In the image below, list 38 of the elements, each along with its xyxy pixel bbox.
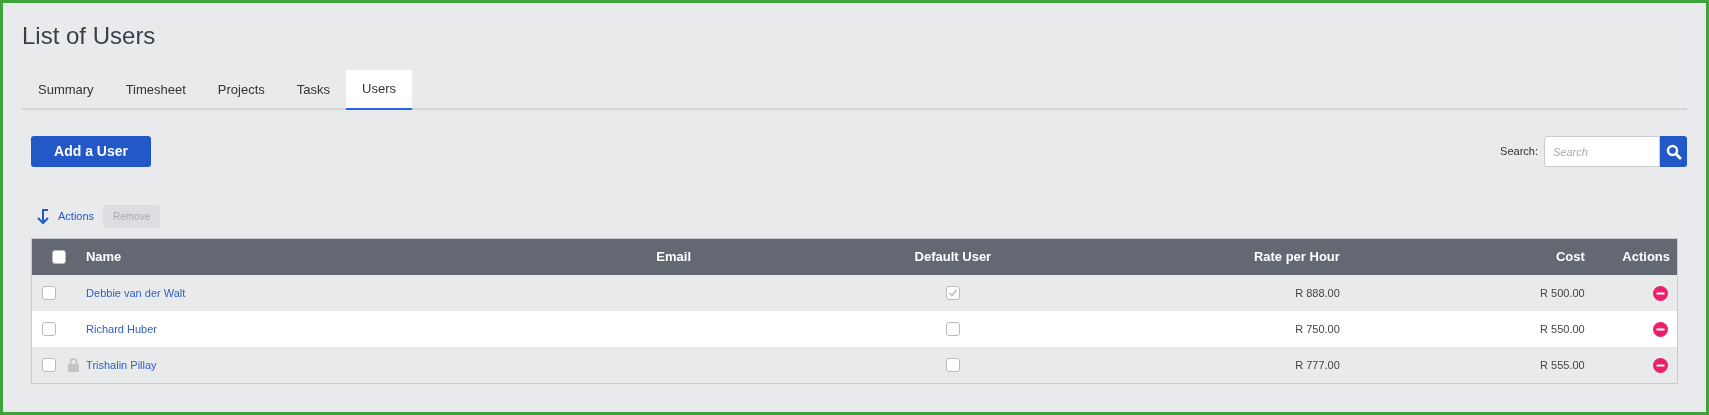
checkbox[interactable] xyxy=(42,358,56,372)
table-cell-text: R 555.00 xyxy=(1539,357,1585,373)
page-title: List of Users xyxy=(22,21,156,51)
actions-label[interactable]: Actions xyxy=(58,208,95,225)
search-button[interactable] xyxy=(1660,136,1687,167)
add-user-button[interactable]: Add a User xyxy=(31,136,151,167)
checkbox[interactable] xyxy=(945,358,960,372)
tab[interactable]: Projects xyxy=(201,70,281,110)
remove-icon[interactable] xyxy=(1653,285,1668,301)
remove-icon[interactable] xyxy=(1653,357,1668,373)
tab[interactable]: Summary xyxy=(22,70,110,110)
column-header: Name xyxy=(85,248,123,267)
table-cell-text: R 888.00 xyxy=(1294,285,1340,301)
column-header: Actions xyxy=(1621,248,1671,267)
column-header: Default User xyxy=(913,248,993,267)
column-header: Email xyxy=(655,248,692,267)
tab[interactable]: Users xyxy=(346,70,412,110)
arrow-icon xyxy=(36,208,49,225)
table-cell-text: R 550.00 xyxy=(1539,321,1585,337)
checkbox[interactable] xyxy=(945,286,960,300)
tab[interactable]: Timesheet xyxy=(109,70,202,110)
table-cell-text: R 500.00 xyxy=(1539,285,1585,301)
search-label: Search: xyxy=(1500,144,1538,160)
column-header: Cost xyxy=(1554,248,1585,267)
user-name-link[interactable]: Debbie van der Walt xyxy=(86,286,186,299)
checkbox[interactable] xyxy=(42,322,56,336)
checkbox[interactable] xyxy=(945,322,960,336)
checkbox[interactable] xyxy=(42,286,56,300)
column-header: Rate per Hour xyxy=(1252,248,1340,267)
remove-icon[interactable] xyxy=(1653,321,1668,337)
table-cell-text: R 750.00 xyxy=(1294,321,1340,337)
search-icon xyxy=(1665,143,1682,160)
checkbox[interactable] xyxy=(51,250,66,264)
search-field[interactable]: Search xyxy=(1544,136,1660,167)
table-cell-text: R 777.00 xyxy=(1294,357,1340,373)
user-name-link[interactable]: Trishalin Pillay xyxy=(86,358,157,371)
tab[interactable]: Tasks xyxy=(280,70,347,110)
user-name-link[interactable]: Richard Huber xyxy=(86,322,157,335)
